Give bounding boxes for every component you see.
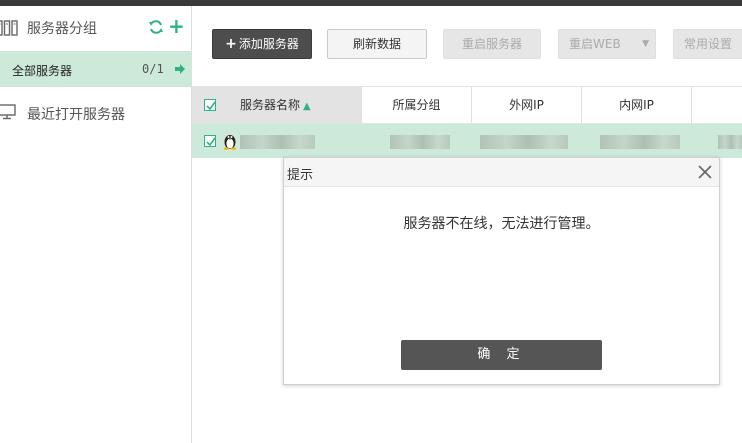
server-group-icon: [0, 20, 18, 36]
common-settings-button[interactable]: 常用设置: [673, 29, 742, 59]
column-header-group[interactable]: 所属分组: [362, 87, 472, 123]
close-icon[interactable]: [697, 164, 713, 180]
add-server-label: 添加服务器: [238, 37, 299, 51]
sidebar-title: 服务器分组: [27, 21, 97, 37]
row-checkbox[interactable]: [204, 135, 216, 147]
sidebar: 服务器分组 + 全部服务器 0/1 最近打开服务器: [0, 6, 192, 443]
linux-penguin-icon: [223, 135, 237, 150]
toolbar: + 添加服务器 刷新数据 重启服务器 重启WEB ▼ 常用设置: [192, 6, 742, 86]
sidebar-item-recent-servers[interactable]: 最近打开服务器: [0, 98, 192, 128]
dialog-message: 服务器不在线，无法进行管理。: [403, 216, 600, 232]
add-group-icon[interactable]: +: [168, 16, 185, 36]
server-count: 0/1: [142, 62, 164, 76]
column-header-name[interactable]: 服务器名称 ▲: [232, 87, 362, 123]
checkmark-icon: [206, 101, 216, 111]
arrow-right-icon[interactable]: [175, 64, 185, 74]
add-server-button[interactable]: + 添加服务器: [212, 29, 312, 59]
sidebar-header: 服务器分组 +: [0, 6, 192, 51]
wan-ip-redacted: [480, 135, 568, 149]
sidebar-item-label: 最近打开服务器: [27, 107, 125, 123]
sidebar-item-all-servers[interactable]: 全部服务器 0/1: [0, 51, 192, 87]
select-all-checkbox[interactable]: [204, 99, 216, 111]
restart-web-dropdown[interactable]: 重启WEB ▼: [558, 29, 656, 59]
dialog-header: 提示: [284, 158, 719, 187]
table-header: 服务器名称 ▲ 所属分组 外网IP 内网IP: [192, 86, 742, 124]
server-name-redacted: [240, 135, 315, 149]
column-header-lan-ip[interactable]: 内网IP: [582, 87, 692, 123]
extra-redacted: [718, 135, 742, 149]
refresh-icon[interactable]: [148, 19, 164, 35]
plus-icon: +: [225, 36, 237, 52]
alert-dialog: 提示 服务器不在线，无法进行管理。 确 定: [283, 157, 720, 385]
column-header-wan-ip[interactable]: 外网IP: [472, 87, 582, 123]
dialog-title: 提示: [287, 168, 314, 183]
column-header-extra[interactable]: [692, 87, 742, 123]
refresh-data-button[interactable]: 刷新数据: [327, 29, 427, 59]
checkmark-icon: [206, 137, 216, 147]
group-redacted: [390, 135, 450, 149]
chevron-down-icon: ▼: [642, 39, 649, 49]
monitor-icon: [0, 104, 16, 120]
sidebar-item-label: 全部服务器: [12, 64, 73, 78]
table-row[interactable]: [192, 124, 742, 158]
confirm-button[interactable]: 确 定: [401, 340, 602, 370]
restart-server-button[interactable]: 重启服务器: [443, 29, 541, 59]
lan-ip-redacted: [600, 135, 680, 149]
select-all-cell: [192, 87, 232, 123]
sort-ascending-icon: ▲: [303, 101, 311, 112]
restart-web-label: 重启WEB: [569, 37, 621, 51]
column-header-label: 服务器名称: [240, 98, 301, 112]
